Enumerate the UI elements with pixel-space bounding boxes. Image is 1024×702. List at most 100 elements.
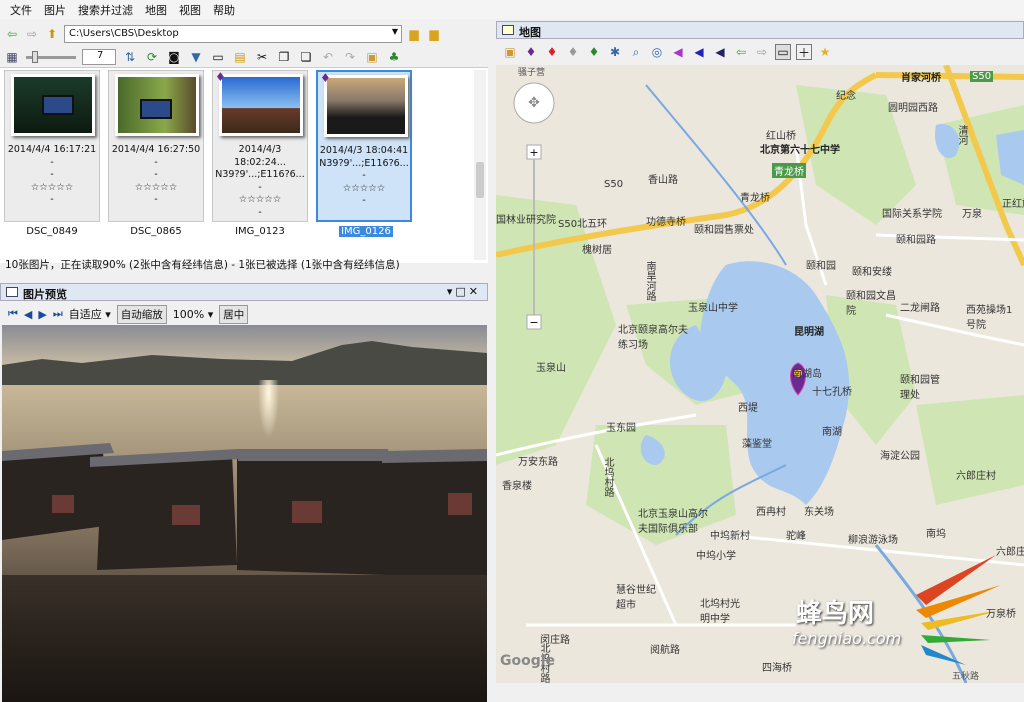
paste-icon[interactable]: ❏ xyxy=(298,49,314,65)
thumb-field: - xyxy=(258,206,262,218)
map-icon[interactable]: ▣ xyxy=(364,49,380,65)
next-image-icon[interactable]: ▶ xyxy=(38,308,46,321)
rating-stars[interactable]: ☆☆☆☆☆ xyxy=(318,183,410,196)
forward-icon[interactable]: ⇨ xyxy=(24,26,40,42)
menu-help[interactable]: 帮助 xyxy=(207,2,241,18)
map-label: 颐和园售票处 xyxy=(694,225,754,236)
comment-icon[interactable]: ▤ xyxy=(232,49,248,65)
map-label: 南坞 xyxy=(926,529,946,540)
thumb-field: - xyxy=(154,169,158,180)
view-mode-icon[interactable]: ▦ xyxy=(4,49,20,65)
vertical-scrollbar[interactable] xyxy=(474,70,486,260)
panel-controls[interactable]: ▾□✕ xyxy=(447,285,481,298)
map-label: 万安东路 xyxy=(518,457,558,468)
map-label: 昆明湖 xyxy=(794,327,824,338)
thumbnail-card-selected[interactable]: ♦ 2014/4/3 18:04:41 N39?9'...;E116?6... - ☆… xyxy=(316,70,412,222)
undo-icon[interactable]: ↶ xyxy=(320,49,336,65)
copy-icon[interactable]: ❐ xyxy=(276,49,292,65)
path-input[interactable]: C:\Users\CBS\Desktop ▼ xyxy=(64,25,402,43)
thumbnail-card[interactable]: 2014/4/4 16:17:21- - ☆☆☆☆☆ - xyxy=(4,70,100,222)
map-canvas[interactable]: ✥ + − xyxy=(496,65,1024,683)
menu-view[interactable]: 视图 xyxy=(173,2,207,18)
thumb-date: 2014/4/4 16:27:50 xyxy=(111,144,201,155)
menu-search-filter[interactable]: 搜索并过滤 xyxy=(72,2,139,18)
track-purple-icon[interactable]: ◀ xyxy=(670,44,686,60)
map-view[interactable]: ✥ + − 肖家河桥 S50 圆明园西路 清河 纪念 正红旗 红山桥 北京第六十… xyxy=(496,65,1024,683)
watermark-domain: fengniao.com xyxy=(792,629,902,648)
rename-icon[interactable]: ▭ xyxy=(210,49,226,65)
thumb-size-slider[interactable] xyxy=(26,50,76,63)
folder-new-icon[interactable]: ▆ xyxy=(426,26,442,42)
cluster-icon[interactable]: ✱ xyxy=(607,44,623,60)
map-label: 万泉 xyxy=(962,209,982,220)
thumb-field: - xyxy=(362,195,366,206)
thumb-size-spinner[interactable]: 7 xyxy=(82,49,116,65)
map-label: 红山桥 xyxy=(766,131,796,142)
map-label: 青龙桥 xyxy=(740,193,770,204)
back-icon[interactable]: ⇦ xyxy=(4,26,20,42)
tree-icon[interactable]: ♣ xyxy=(386,49,402,65)
left-pane: ⇦ ⇨ ⬆ C:\Users\CBS\Desktop ▼ ▆ ▆ ▦ 7 ⇅ ⟳ … xyxy=(0,19,490,702)
sort-icon[interactable]: ⇅ xyxy=(122,49,138,65)
map-label: 功德寺桥 xyxy=(646,217,686,228)
chevron-down-icon[interactable]: ▼ xyxy=(392,27,398,36)
panel-icon xyxy=(6,287,18,297)
prev-image-icon[interactable]: ◀ xyxy=(24,308,32,321)
rating-stars[interactable]: ☆☆☆☆☆ xyxy=(5,182,99,195)
map-label: 南湖岛 xyxy=(792,369,822,380)
thumbnail-image xyxy=(324,75,408,137)
thumbnail-card[interactable]: ♦ 2014/4/3 18:02:24... N39?9'...;E116?6..… xyxy=(212,70,308,222)
search-map-icon[interactable]: ⌕ xyxy=(628,44,644,60)
rating-stars[interactable]: ☆☆☆☆☆ xyxy=(109,182,203,195)
thumb-filename: DSC_0865 xyxy=(106,226,206,237)
zoom-label: 100% xyxy=(172,307,205,321)
camera-icon[interactable]: ◙ xyxy=(166,49,182,65)
gps-marker-icon: ♦ xyxy=(320,71,331,85)
locate-icon[interactable]: ◎ xyxy=(649,44,665,60)
favorites-icon[interactable]: ★ xyxy=(817,44,833,60)
folder-open-icon[interactable]: ▆ xyxy=(406,26,422,42)
menu-file[interactable]: 文件 xyxy=(4,2,38,18)
pin-green-icon[interactable]: ♦ xyxy=(586,44,602,60)
up-folder-icon[interactable]: ⬆ xyxy=(44,26,60,42)
menu-image[interactable]: 图片 xyxy=(38,2,72,18)
map-label: 五秋路 xyxy=(952,672,980,682)
thumbnail-image xyxy=(219,74,303,136)
map-label: 二龙闸路 xyxy=(900,303,940,314)
filename-text: IMG_0126 xyxy=(339,226,393,237)
pin-gray-icon[interactable]: ♦ xyxy=(565,44,581,60)
redo-icon[interactable]: ↷ xyxy=(342,49,358,65)
thumbnail-toolbar: ▦ 7 ⇅ ⟳ ◙ ▼ ▭ ▤ ✂ ❐ ❏ ↶ ↷ ▣ ♣ xyxy=(0,46,490,68)
crosshair-icon[interactable]: ＋ xyxy=(796,44,812,60)
back-icon[interactable]: ⇦ xyxy=(733,44,749,60)
thumb-coords: N39?9'...;E116?6... xyxy=(319,157,409,169)
menu-map[interactable]: 地图 xyxy=(139,2,173,18)
auto-zoom-button[interactable]: 自动缩放 xyxy=(116,304,167,324)
thumbnail-card[interactable]: 2014/4/4 16:27:50- - ☆☆☆☆☆ - xyxy=(108,70,204,222)
pin-icon[interactable]: ♦ xyxy=(523,44,539,60)
svg-text:+: + xyxy=(529,146,538,159)
red-pin-icon[interactable]: ♦ xyxy=(544,44,560,60)
menu-bar: 文件 图片 搜索并过滤 地图 视图 帮助 xyxy=(0,0,1024,19)
fit-dropdown[interactable]: 自适应 ▾ xyxy=(69,306,111,322)
track-dark-icon[interactable]: ◀ xyxy=(712,44,728,60)
track-blue-icon[interactable]: ◀ xyxy=(691,44,707,60)
filter-icon[interactable]: ▼ xyxy=(188,49,204,65)
zoom-dropdown[interactable]: 100% ▾ xyxy=(173,308,213,321)
center-button[interactable]: 居中 xyxy=(219,304,249,324)
map-view-icon[interactable]: ▣ xyxy=(502,44,518,60)
forward-icon[interactable]: ⇨ xyxy=(754,44,770,60)
map-label: 南湖 xyxy=(822,427,842,438)
last-image-icon[interactable]: ⏭ xyxy=(53,307,63,321)
rating-stars[interactable]: ☆☆☆☆☆ xyxy=(213,194,307,207)
tooltip-toggle-icon[interactable]: ▭ xyxy=(775,44,791,60)
map-label: 十七孔桥 xyxy=(812,387,852,398)
refresh-icon[interactable]: ⟳ xyxy=(144,49,160,65)
map-label: 驼峰 xyxy=(786,531,806,542)
cut-icon[interactable]: ✂ xyxy=(254,49,270,65)
first-image-icon[interactable]: ⏮ xyxy=(8,307,18,321)
thumb-field: - xyxy=(154,194,158,205)
lake-boats-photo xyxy=(2,325,487,702)
map-title: 地图 xyxy=(519,26,541,39)
map-label: 香泉楼 xyxy=(502,481,532,492)
